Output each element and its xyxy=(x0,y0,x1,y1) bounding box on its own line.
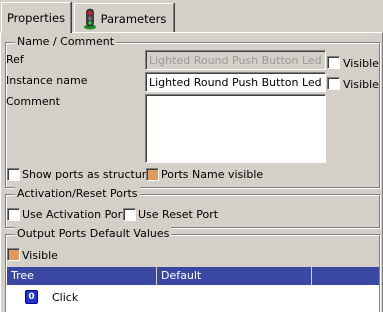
ref-label: Ref xyxy=(6,53,24,66)
tab-properties-label: Properties xyxy=(6,11,66,25)
use-activation-port-checkbox[interactable] xyxy=(7,208,20,221)
ref-field[interactable]: Lighted Round Push Button Led xyxy=(145,50,326,70)
tab-properties[interactable]: Properties xyxy=(1,2,71,33)
ports-name-visible-checkbox[interactable] xyxy=(146,168,159,181)
column-header-default[interactable]: Default xyxy=(157,267,312,285)
column-header-tree[interactable]: Tree xyxy=(7,267,157,285)
ref-visible-checkbox[interactable] xyxy=(327,56,340,69)
comment-label: Comment xyxy=(6,95,60,108)
output-ports-title: Output Ports Default Values xyxy=(15,227,172,240)
activation-reset-title: Activation/Reset Ports xyxy=(15,187,140,200)
tab-parameters-label: Parameters xyxy=(100,11,167,26)
show-ports-label: Show ports as structure xyxy=(22,168,153,181)
table-header: Tree Default xyxy=(7,267,379,285)
comment-textarea[interactable] xyxy=(145,94,326,163)
output-visible-checkbox[interactable] xyxy=(7,248,20,261)
output-visible-label: Visible xyxy=(22,249,58,262)
instance-visible-checkbox[interactable] xyxy=(327,77,340,90)
ports-name-visible-label: Ports Name visible xyxy=(161,168,264,181)
use-reset-port-checkbox[interactable] xyxy=(123,208,136,221)
port-icon: 0 xyxy=(25,290,38,304)
table-row[interactable]: 0 Click xyxy=(7,287,379,309)
instance-visible-label: Visible xyxy=(343,78,379,91)
show-ports-checkbox[interactable] xyxy=(7,168,20,181)
row-name: Click xyxy=(52,291,79,304)
output-ports-table: Tree Default 0 Click xyxy=(7,267,379,312)
ref-visible-label: Visible xyxy=(343,57,379,70)
use-activation-port-label: Use Activation Port xyxy=(22,208,127,221)
use-reset-port-label: Use Reset Port xyxy=(138,208,219,221)
tab-parameters[interactable]: Parameters xyxy=(74,3,174,33)
traffic-light-icon xyxy=(82,8,98,30)
name-comment-title: Name / Comment xyxy=(15,35,117,48)
instance-name-label: Instance name xyxy=(6,74,88,87)
tab-bar: Properties Parameters xyxy=(0,0,383,33)
instance-name-field[interactable]: Lighted Round Push Button Led xyxy=(145,72,326,92)
